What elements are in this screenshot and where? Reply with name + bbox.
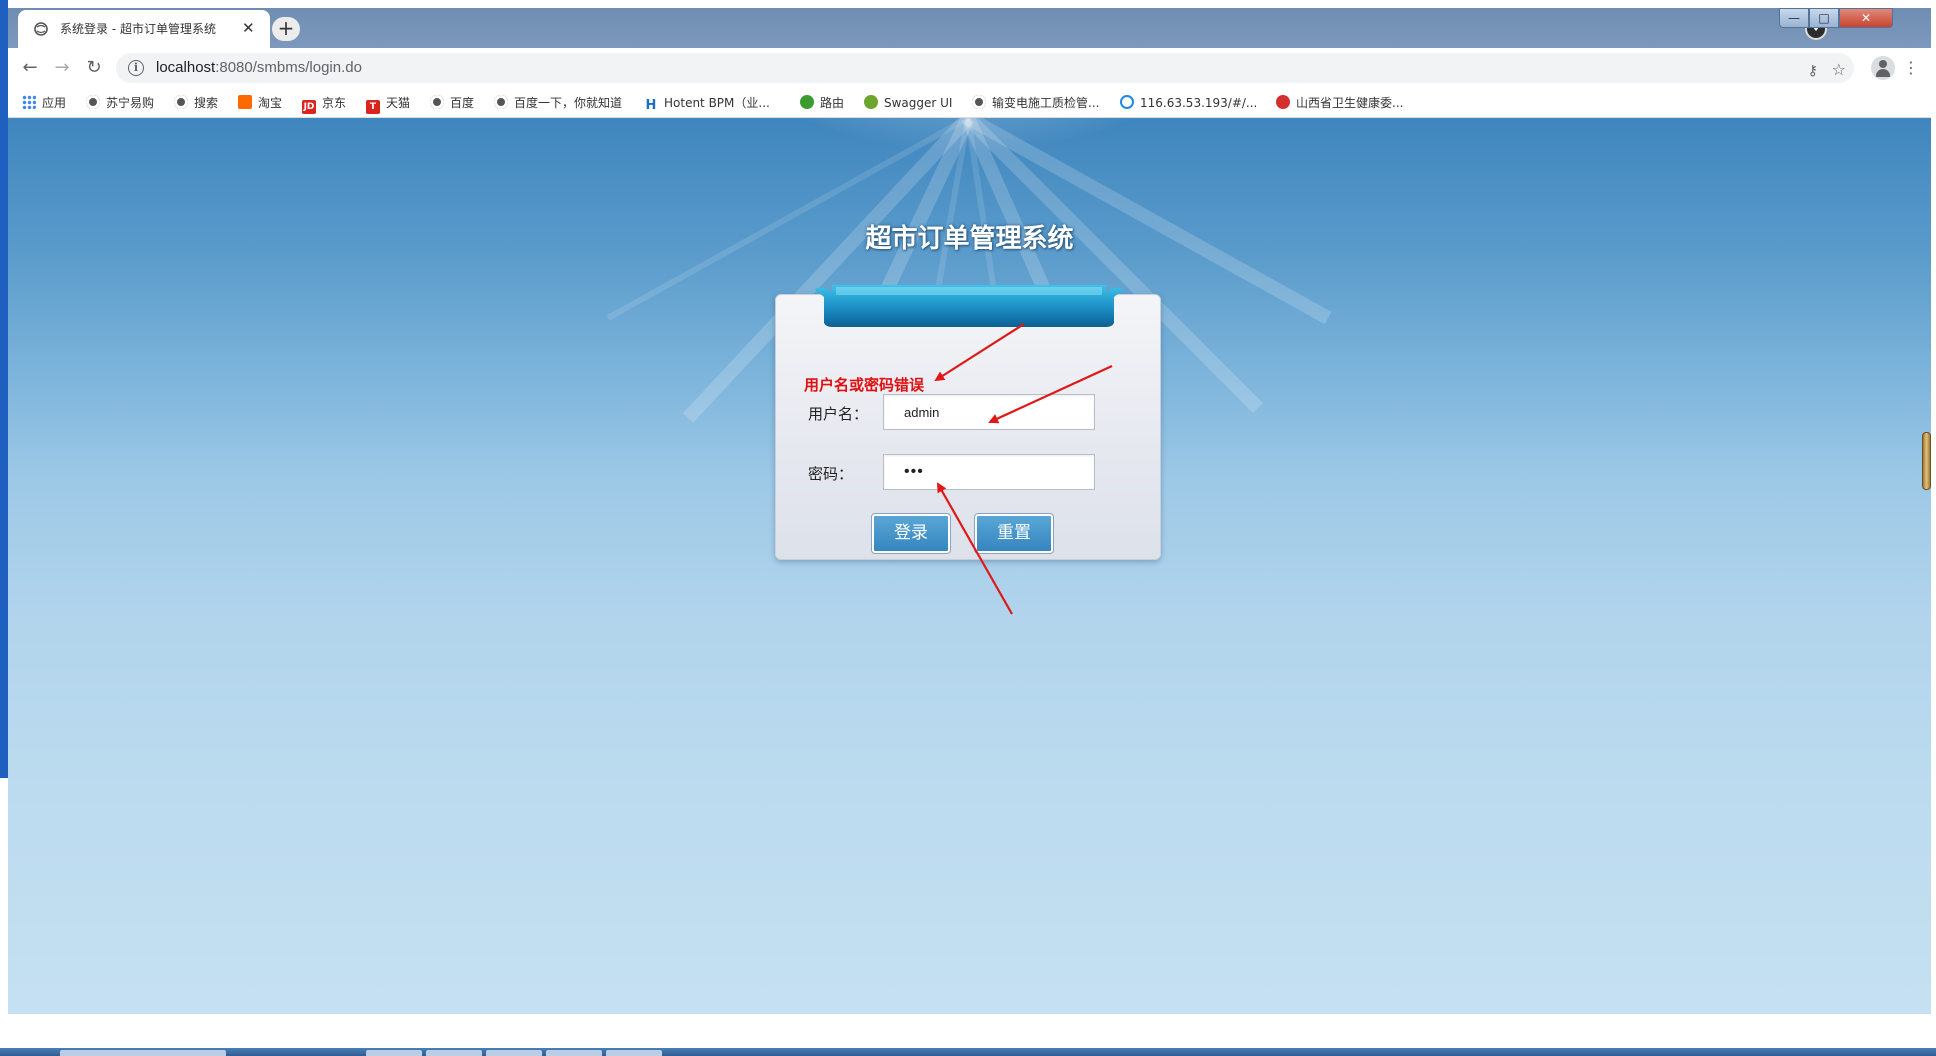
hotent-icon: H <box>645 98 657 113</box>
password-input[interactable]: ••• <box>883 454 1095 490</box>
bookmark-label: 淘宝 <box>258 96 283 110</box>
new-tab-button[interactable]: + <box>272 17 300 41</box>
gov-icon <box>1276 95 1290 109</box>
bookmark-label: 京东 <box>322 96 347 110</box>
globe-icon <box>430 95 444 109</box>
url-host: localhost <box>156 59 216 76</box>
url-path: :8080/smbms/login.do <box>215 59 362 76</box>
taskbar-item[interactable] <box>486 1050 542 1056</box>
tmall-icon: T <box>366 100 380 114</box>
back-button[interactable]: ← <box>18 56 42 80</box>
bookmark-hotent[interactable]: H Hotent BPM（业... <box>644 94 770 113</box>
login-form: 用户名或密码错误 用户名： 密码： ••• 登录 重置 <box>775 285 1161 560</box>
swagger-icon <box>864 95 878 109</box>
bookmark-swagger[interactable]: Swagger UI <box>864 94 952 112</box>
apps-icon <box>22 95 36 109</box>
bookmark-taobao[interactable]: 淘宝 <box>238 94 282 112</box>
bookmark-label: Hotent BPM（业... <box>664 96 770 110</box>
login-button[interactable]: 登录 <box>871 513 951 554</box>
taskbar-item[interactable] <box>606 1050 662 1056</box>
bookmark-label: 应用 <box>42 96 67 110</box>
key-icon[interactable]: ⚷ <box>1808 63 1818 79</box>
login-page: 超市订单管理系统 用户名或密码错误 用户名： admin 密码： ••• 登录 … <box>8 118 1931 1014</box>
screen: 系统登录 - 超市订单管理系统 ✕ + — □ ✕ ← → ↻ i localh… <box>0 0 1936 1056</box>
bookmark-label: 116.63.53.193/#/... <box>1140 96 1258 110</box>
desktop-edge <box>0 0 8 778</box>
bookmark-label: 山西省卫生健康委... <box>1296 96 1404 110</box>
tab-title: 系统登录 - 超市订单管理系统 <box>60 22 216 36</box>
globe-icon <box>34 22 48 36</box>
bookmark-label: 输变电施工质检管... <box>992 96 1100 110</box>
bookmark-apps[interactable]: 应用 <box>22 94 66 112</box>
bookmark-baidu[interactable]: 百度 <box>430 94 474 112</box>
username-label: 用户名： <box>808 405 869 423</box>
bookmarks-bar: 应用 苏宁易购 搜索 淘宝 JD 京东 T 天猫 百度 百度一下，你就知道 H Hot… <box>8 88 1931 118</box>
taskbar <box>0 1048 1936 1056</box>
bookmark-suning[interactable]: 苏宁易购 <box>86 94 154 112</box>
bookmark-baidu-home[interactable]: 百度一下，你就知道 <box>494 94 622 112</box>
bookmark-label: 搜索 <box>194 96 219 110</box>
taskbar-item[interactable] <box>546 1050 602 1056</box>
window-controls: — □ ✕ <box>1779 8 1925 30</box>
bookmark-label: 百度 <box>450 96 475 110</box>
jd-icon: JD <box>302 100 316 114</box>
maximize-button[interactable]: □ <box>1809 8 1839 28</box>
minimize-button[interactable]: — <box>1779 8 1809 28</box>
bookmark-route[interactable]: 路由 <box>800 94 844 112</box>
bookmark-jd[interactable]: JD 京东 <box>302 94 347 114</box>
bookmark-label: 百度一下，你就知道 <box>514 96 623 110</box>
error-message: 用户名或密码错误 <box>804 376 925 394</box>
browser-window: 系统登录 - 超市订单管理系统 ✕ + — □ ✕ ← → ↻ i localh… <box>8 8 1931 1014</box>
password-label: 密码： <box>808 465 854 483</box>
bookmark-tmall[interactable]: T 天猫 <box>366 94 411 114</box>
globe-icon <box>174 95 188 109</box>
taskbar-item[interactable] <box>426 1050 482 1056</box>
taskbar-item[interactable] <box>60 1050 226 1056</box>
info-icon[interactable]: i <box>128 60 144 76</box>
menu-icon[interactable]: ⋮ <box>1903 56 1919 80</box>
bookmark-label: 路由 <box>820 96 845 110</box>
close-window-button[interactable]: ✕ <box>1839 8 1893 28</box>
bookmark-label: 天猫 <box>386 96 411 110</box>
reset-button[interactable]: 重置 <box>974 513 1054 554</box>
bookmark-star-icon[interactable]: ☆ <box>1832 60 1846 79</box>
scrollbar-thumb[interactable] <box>1922 432 1931 490</box>
reload-button[interactable]: ↻ <box>82 56 106 80</box>
route-icon <box>800 95 814 109</box>
taskbar-item[interactable] <box>366 1050 422 1056</box>
bookmark-search[interactable]: 搜索 <box>174 94 218 112</box>
taobao-icon <box>238 95 252 109</box>
avatar[interactable] <box>1871 56 1895 80</box>
globe-icon <box>494 95 508 109</box>
forward-button[interactable]: → <box>50 56 74 80</box>
bookmark-shanxi[interactable]: 山西省卫生健康委... <box>1276 94 1403 112</box>
address-bar[interactable]: i localhost:8080/smbms/login.do ⚷ ☆ <box>116 53 1854 83</box>
username-input[interactable] <box>883 394 1095 430</box>
close-icon[interactable]: ✕ <box>242 19 255 37</box>
page-title: 超市订单管理系统 <box>865 224 1074 254</box>
globe-icon <box>86 95 100 109</box>
bookmark-ip[interactable]: 116.63.53.193/#/... <box>1120 94 1257 112</box>
ie-icon <box>1120 95 1134 109</box>
url-text[interactable]: localhost:8080/smbms/login.do <box>156 59 362 76</box>
ribbon-banner <box>814 285 1124 327</box>
tab-login[interactable]: 系统登录 - 超市订单管理系统 ✕ <box>18 10 270 48</box>
bookmark-quality[interactable]: 输变电施工质检管... <box>972 94 1099 112</box>
bookmark-label: Swagger UI <box>884 96 953 110</box>
globe-icon <box>972 95 986 109</box>
tab-strip: 系统登录 - 超市订单管理系统 ✕ + — □ ✕ <box>8 8 1931 48</box>
bookmark-label: 苏宁易购 <box>106 96 155 110</box>
browser-toolbar: ← → ↻ i localhost:8080/smbms/login.do ⚷ … <box>8 48 1931 88</box>
